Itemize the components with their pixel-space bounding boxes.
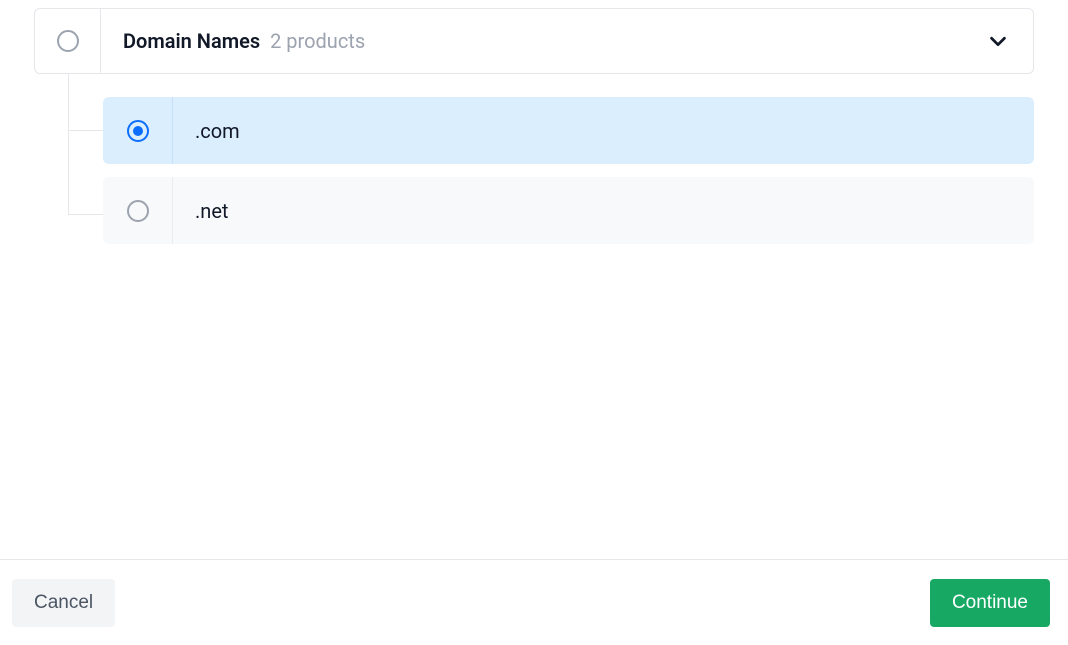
- product-item-com[interactable]: .com: [103, 97, 1034, 164]
- expand-toggle[interactable]: [987, 30, 1033, 52]
- category-label: Domain Names 2 products: [101, 29, 987, 53]
- category-radio[interactable]: [35, 9, 101, 73]
- footer: Cancel Continue: [0, 559, 1068, 645]
- product-label: .com: [173, 119, 240, 143]
- product-item-net[interactable]: .net: [103, 177, 1034, 244]
- product-label: .net: [173, 199, 228, 223]
- radio-icon: [127, 200, 149, 222]
- category-row[interactable]: Domain Names 2 products: [34, 8, 1034, 74]
- radio-icon: [127, 120, 149, 142]
- child-list: .com .net: [103, 74, 1034, 244]
- radio-icon: [57, 30, 79, 52]
- category-count: 2 products: [270, 29, 365, 53]
- chevron-down-icon: [987, 30, 1009, 52]
- child-tree: .com .net: [34, 74, 1034, 244]
- continue-button[interactable]: Continue: [930, 579, 1050, 627]
- product-radio[interactable]: [103, 177, 173, 244]
- cancel-button[interactable]: Cancel: [12, 579, 115, 627]
- category-name: Domain Names: [123, 29, 260, 53]
- product-radio[interactable]: [103, 97, 173, 164]
